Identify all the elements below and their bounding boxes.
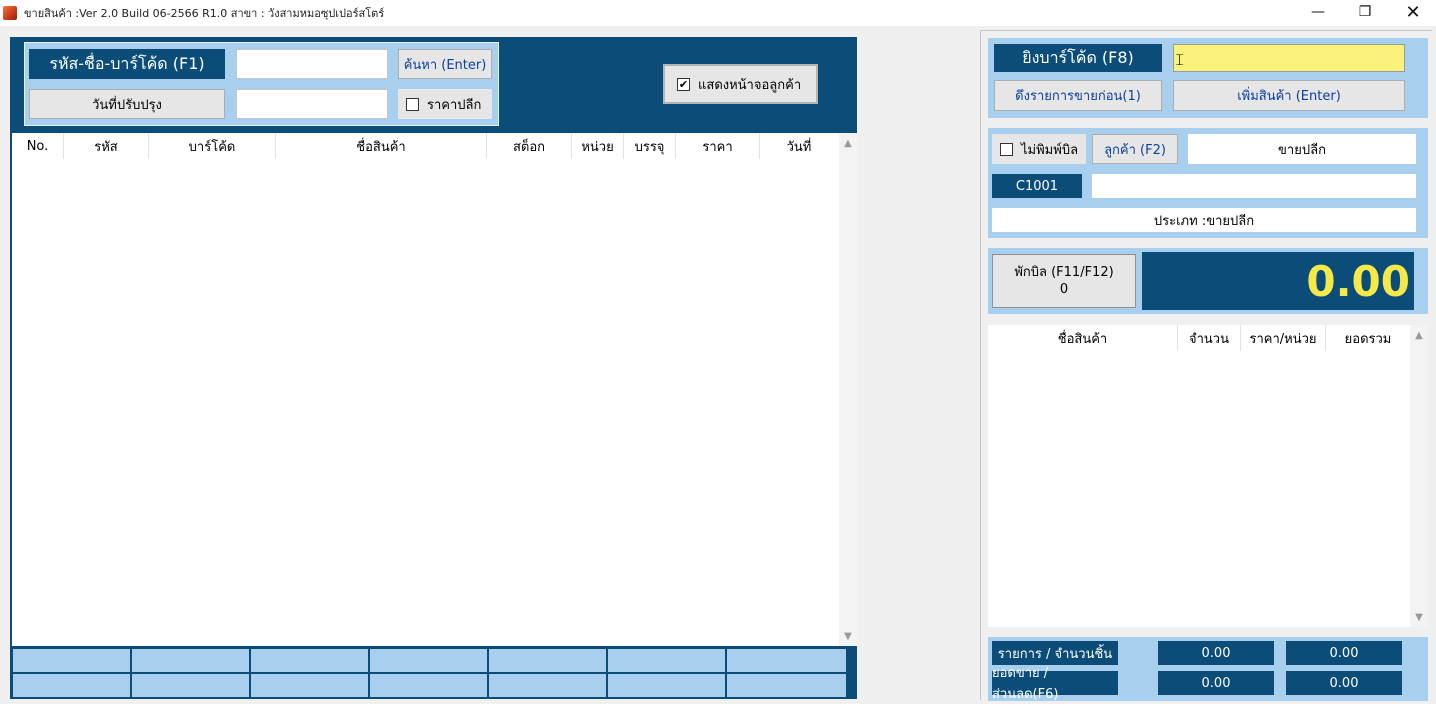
customer-name-field[interactable] [1092,174,1416,198]
sales-value: 0.00 [1158,671,1274,695]
no-print-bill-label: ไม่พิมพ์บิล [1021,142,1079,158]
barcode-box: ยิงบาร์โค้ด (F8) ดึงรายการขายก่อน(1) เพิ… [988,38,1428,118]
col-code[interactable]: รหัส [64,133,149,159]
footer-cell [12,648,131,673]
col-unit[interactable]: หน่วย [572,133,624,159]
summary-box: รายการ / จำนวนชิ้น 0.00 0.00 ยอดขาย / ส่… [988,637,1428,702]
footer-cell [369,673,488,698]
checkbox-icon [406,97,419,111]
cart-table-scrollbar[interactable]: ▲ ▼ [1410,325,1428,627]
window-title: ขายสินค้า :Ver 2.0 Build 06-2566 R1.0 สา… [24,7,385,20]
add-item-button[interactable]: เพิ่มสินค้า (Enter) [1173,80,1405,111]
pieces-count-value: 0.00 [1286,641,1402,665]
code-search-input[interactable] [236,49,388,79]
scroll-up-icon[interactable]: ▲ [1410,327,1428,343]
retail-price-checkbox[interactable]: ราคาปลีก [398,89,492,119]
customer-display-checkbox[interactable]: ✔ แสดงหน้าจอลูกค้า [663,64,818,104]
col-price[interactable]: ราคา [676,133,760,159]
product-table-header: No. รหัส บาร์โค้ด ชื่อสินค้า สต็อก หน่วย… [12,133,838,159]
footer-cell [607,648,726,673]
barcode-input[interactable] [1173,44,1405,72]
col-cart-qty[interactable]: จำนวน [1178,325,1241,351]
sale-type-field[interactable]: ขายปลีก [1188,134,1416,164]
app-icon [2,5,18,21]
footer-cell [726,648,847,673]
barcode-label: ยิงบาร์โค้ด (F8) [994,44,1162,72]
window-titlebar: ขายสินค้า :Ver 2.0 Build 06-2566 R1.0 สา… [0,0,1436,26]
checkbox-checked-icon: ✔ [677,77,690,91]
footer-cell [488,648,607,673]
footer-cell [250,648,369,673]
customer-box: ไม่พิมพ์บิล ลูกค้า (F2) ขายปลีก C1001 ปร… [988,128,1428,238]
col-stock[interactable]: สต็อก [487,133,572,159]
scroll-down-icon[interactable]: ▼ [1410,609,1428,625]
product-table-scrollbar[interactable]: ▲ ▼ [839,133,857,646]
minimize-button[interactable]: — [1295,0,1341,24]
checkbox-icon [1000,142,1013,156]
customer-display-label: แสดงหน้าจอลูกค้า [698,77,802,93]
footer-cell [12,673,131,698]
items-count-value: 0.00 [1158,641,1274,665]
product-footer-grid [12,648,847,698]
cart-table-header: ชื่อสินค้า จำนวน ราคา/หน่วย ยอดรวม [988,325,1410,351]
product-search-panel: รหัส-ชื่อ-บาร์โค้ด (F1) ค้นหา (Enter) วั… [10,37,857,699]
hold-total-box: พักบิล (F11/F12) 0 0.00 [988,248,1428,314]
grand-total-display: 0.00 [1142,252,1414,310]
code-search-label: รหัส-ชื่อ-บาร์โค้ด (F1) [29,49,225,79]
hold-bill-button[interactable]: พักบิล (F11/F12) 0 [992,254,1136,308]
search-box: รหัส-ชื่อ-บาร์โค้ด (F1) ค้นหา (Enter) วั… [24,42,499,126]
col-barcode[interactable]: บาร์โค้ด [149,133,276,159]
cart-table: ชื่อสินค้า จำนวน ราคา/หน่วย ยอดรวม ▲ ▼ [988,325,1428,627]
hold-bill-label: พักบิล (F11/F12) [1014,265,1114,280]
footer-cell [131,648,250,673]
pull-previous-sale-button[interactable]: ดึงรายการขายก่อน(1) [994,80,1162,111]
product-table: No. รหัส บาร์โค้ด ชื่อสินค้า สต็อก หน่วย… [12,133,857,646]
maximize-button[interactable]: ❐ [1342,0,1388,24]
no-print-bill-checkbox[interactable]: ไม่พิมพ์บิล [992,134,1086,164]
col-cart-unit-price[interactable]: ราคา/หน่วย [1241,325,1326,351]
search-button[interactable]: ค้นหา (Enter) [398,49,492,79]
customer-code: C1001 [992,174,1082,198]
footer-cell [726,673,847,698]
sale-panel: ยิงบาร์โค้ด (F8) ดึงรายการขายก่อน(1) เพิ… [980,30,1432,702]
customer-button[interactable]: ลูกค้า (F2) [1092,134,1178,164]
scroll-up-icon[interactable]: ▲ [839,135,857,151]
col-cart-product-name[interactable]: ชื่อสินค้า [988,325,1178,351]
footer-cell [250,673,369,698]
retail-price-label: ราคาปลีก [427,97,482,113]
col-product-name[interactable]: ชื่อสินค้า [276,133,487,159]
hold-bill-count: 0 [1059,282,1069,297]
col-cart-total[interactable]: ยอดรวม [1326,325,1410,351]
close-button[interactable]: ✕ [1390,0,1436,24]
text-cursor-icon: 𝙸 [1174,50,1186,69]
col-no[interactable]: No. [12,133,64,159]
discount-value: 0.00 [1286,671,1402,695]
col-pack[interactable]: บรรจุ [624,133,676,159]
sales-discount-label: ยอดขาย / ส่วนลด(F6) [992,666,1118,702]
col-date[interactable]: วันที่ [760,133,838,159]
footer-cell [131,673,250,698]
scroll-down-icon[interactable]: ▼ [839,628,857,644]
customer-type-text: ประเภท :ขายปลีก [992,208,1416,232]
footer-cell [607,673,726,698]
footer-cell [488,673,607,698]
date-input[interactable] [236,89,388,119]
update-date-button[interactable]: วันที่ปรับปรุง [29,89,225,119]
footer-cell [369,648,488,673]
